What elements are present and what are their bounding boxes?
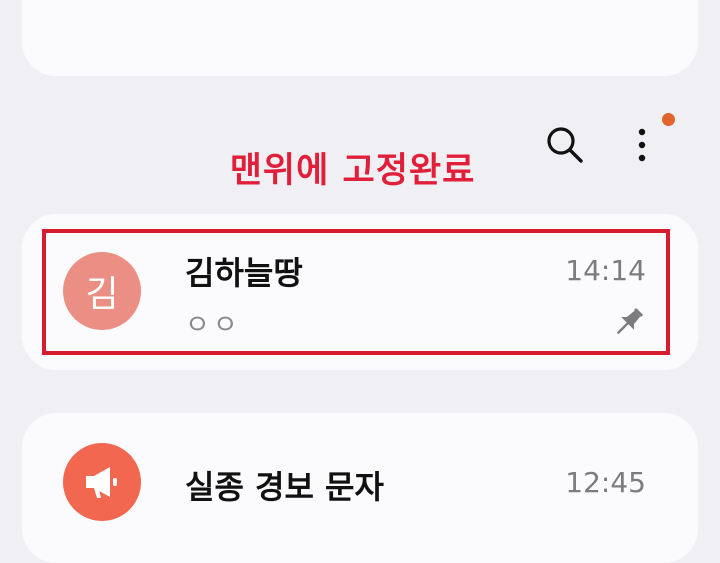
chat-time: 12:45 xyxy=(565,466,646,499)
pin-complete-annotation: 맨위에 고정완료 xyxy=(229,151,476,191)
chat-preview: ㅇㅇ xyxy=(185,310,241,341)
avatar xyxy=(63,443,141,521)
notification-dot xyxy=(662,113,675,126)
chat-name: 김하늘땅 xyxy=(185,254,303,292)
avatar: 김 xyxy=(63,252,141,330)
megaphone-icon xyxy=(86,467,117,498)
chat-name: 실종 경보 문자 xyxy=(185,468,384,506)
chat-time: 14:14 xyxy=(565,254,646,287)
top-card xyxy=(22,0,698,76)
pin-icon xyxy=(617,308,643,334)
